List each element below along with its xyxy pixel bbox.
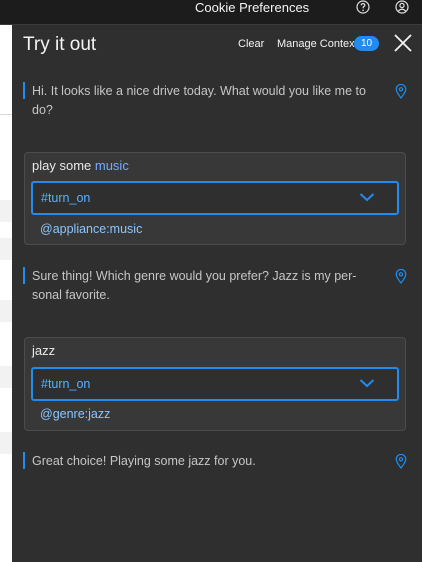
intent-value: #turn_on — [41, 191, 91, 205]
location-pin-icon[interactable] — [395, 454, 407, 469]
chevron-down-icon — [359, 379, 375, 388]
location-pin-icon[interactable] — [395, 84, 407, 99]
location-pin-icon[interactable] — [395, 269, 407, 284]
help-icon[interactable] — [356, 0, 370, 14]
user-message-entity-highlight: music — [94, 158, 129, 173]
bot-message: Sure thing! Which genre would you prefer… — [23, 267, 407, 305]
panel-title: Try it out — [23, 34, 97, 55]
try-it-out-panel: Try it out Clear Manage Context 10 Hi. I… — [12, 25, 422, 562]
background-row — [0, 238, 12, 260]
user-message-plain: jazz — [32, 343, 56, 358]
intent-value: #turn_on — [41, 377, 91, 391]
context-count-badge: 10 — [354, 36, 379, 51]
background-row — [0, 200, 12, 222]
bot-message-text: Sure thing! Which genre would you prefer… — [32, 269, 357, 302]
user-message-plain: play some — [32, 158, 95, 173]
clear-button[interactable]: Clear — [238, 38, 264, 50]
bot-message: Great choice! Playing some jazz for you. — [23, 452, 407, 472]
background-row — [0, 432, 12, 454]
background-page — [0, 24, 12, 562]
message-accent-bar — [23, 82, 25, 99]
background-row — [0, 366, 12, 388]
user-message-card: play some music #turn_on @appliance:musi… — [24, 152, 406, 245]
close-icon[interactable] — [392, 32, 414, 54]
cookie-preferences-link[interactable]: Cookie Preferences — [195, 0, 309, 15]
bot-message: Hi. It looks like a nice drive today. Wh… — [23, 82, 407, 120]
entity-tag[interactable]: @appliance:music — [40, 222, 142, 236]
manage-context-button[interactable]: Manage Context — [277, 38, 358, 50]
entity-tag[interactable]: @genre:jazz — [40, 407, 110, 421]
chevron-down-icon — [359, 193, 375, 202]
intent-dropdown[interactable]: #turn_on — [31, 367, 399, 401]
message-accent-bar — [23, 452, 25, 469]
user-message-text: jazz — [32, 343, 55, 358]
background-divider — [0, 114, 12, 115]
top-bar: Cookie Preferences — [0, 0, 422, 25]
bot-message-text: Hi. It looks like a nice drive today. Wh… — [32, 84, 366, 117]
user-icon[interactable] — [395, 0, 409, 14]
user-message-card: jazz #turn_on @genre:jazz — [24, 337, 406, 431]
message-accent-bar — [23, 267, 25, 284]
background-row — [0, 300, 12, 322]
user-message-text: play some music — [32, 158, 129, 173]
intent-dropdown[interactable]: #turn_on — [31, 181, 399, 215]
bot-message-text: Great choice! Playing some jazz for you. — [32, 454, 256, 468]
